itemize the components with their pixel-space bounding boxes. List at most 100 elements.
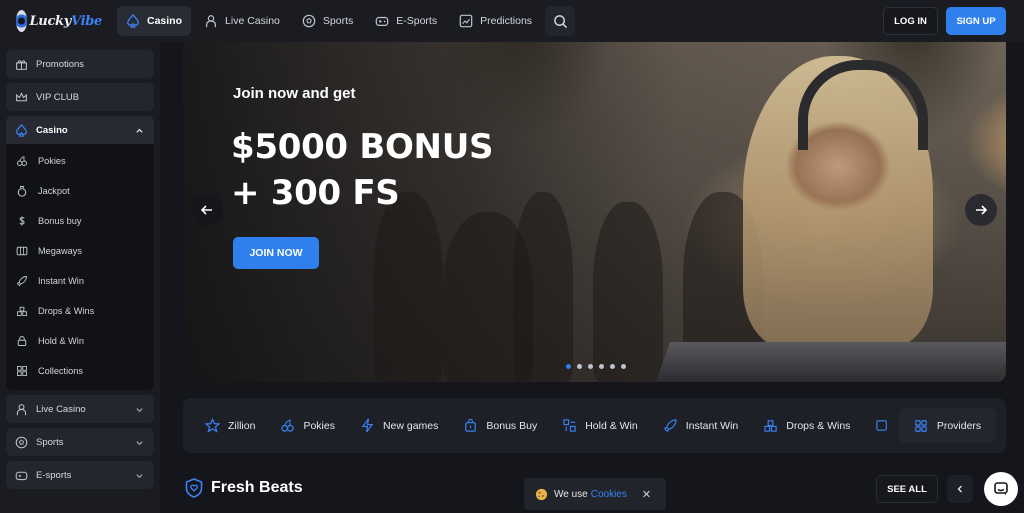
cookie-link[interactable]: Cookies xyxy=(591,489,627,500)
category-instant-win[interactable]: Instant Win xyxy=(663,418,738,433)
cookie-banner: We use Cookies ✕ xyxy=(524,478,666,510)
signup-button[interactable]: SIGN UP xyxy=(946,7,1006,35)
sidebar-item-esports[interactable]: E-sports xyxy=(6,461,154,489)
sidebar-item-sports[interactable]: Sports xyxy=(6,428,154,456)
category-hold-win[interactable]: Hold & Win xyxy=(562,418,638,433)
crowd-figure xyxy=(373,192,443,382)
search-button[interactable] xyxy=(545,6,576,36)
spade-icon xyxy=(127,14,139,28)
drops-icon xyxy=(764,420,777,432)
lock-icon xyxy=(17,336,27,346)
section-prev-button[interactable] xyxy=(947,475,973,503)
slot-icon xyxy=(16,246,28,256)
nav-item-predictions[interactable]: Predictions xyxy=(450,6,541,36)
banner-prev-button[interactable] xyxy=(191,194,223,226)
category-bar: Zillion Pokies New games Bonus Buy Hold … xyxy=(183,398,1006,453)
carousel-dot[interactable] xyxy=(621,364,626,369)
logo[interactable]: LuckyVibe xyxy=(16,7,102,35)
sidebar-subitem-jackpot[interactable]: Jackpot xyxy=(6,176,154,206)
sidebar-item-label: E-sports xyxy=(36,469,72,481)
soccer-ball-icon xyxy=(15,436,28,448)
category-bonus-buy[interactable]: Bonus Buy xyxy=(463,418,537,433)
search-icon xyxy=(553,14,567,28)
chevron-left-icon xyxy=(957,485,962,493)
dealer-icon xyxy=(16,403,27,415)
sidebar-subitem-label: Jackpot xyxy=(38,186,70,196)
chevron-down-icon[interactable] xyxy=(135,471,144,480)
sidebar-subitem-drops-wins[interactable]: Drops & Wins xyxy=(6,296,154,326)
login-button[interactable]: LOG IN xyxy=(883,7,938,35)
carousel-dot[interactable] xyxy=(577,364,582,369)
nav-label: Sports xyxy=(322,15,354,27)
sidebar-subitem-megaways[interactable]: Megaways xyxy=(6,236,154,266)
category-label: Hold & Win xyxy=(585,419,638,432)
sidebar-subitem-bonus-buy[interactable]: Bonus buy xyxy=(6,206,154,236)
chevron-down-icon[interactable] xyxy=(135,438,144,447)
chat-icon xyxy=(994,482,1008,496)
sidebar-item-casino[interactable]: Casino xyxy=(6,116,154,144)
sidebar-item-label: Promotions xyxy=(36,58,85,70)
crowd-figure xyxy=(593,202,663,382)
gamepad-icon xyxy=(375,16,389,26)
carousel-dot[interactable] xyxy=(599,364,604,369)
banner-title-line2: + 300 FS xyxy=(231,173,400,213)
arrow-right-icon xyxy=(976,205,988,215)
chat-button[interactable] xyxy=(984,472,1018,506)
category-label: Pokies xyxy=(303,419,335,432)
chevron-down-icon[interactable] xyxy=(135,405,144,414)
rocket-icon xyxy=(663,419,677,432)
category-label: Zillion xyxy=(228,419,256,432)
nav-label: E-Sports xyxy=(396,15,438,27)
banner-title: $5000 BONUS + 300 FS xyxy=(231,124,494,216)
nav-label: Live Casino xyxy=(225,15,280,27)
sidebar-item-live-casino[interactable]: Live Casino xyxy=(6,395,154,423)
sidebar-subitem-hold-win[interactable]: Hold & Win xyxy=(6,326,154,356)
carousel-dot[interactable] xyxy=(610,364,615,369)
dj-mixer-image xyxy=(655,342,1006,382)
providers-button[interactable]: Providers xyxy=(899,408,996,443)
carousel-dots xyxy=(566,364,632,369)
section-title: Fresh Beats xyxy=(185,478,303,498)
chart-icon xyxy=(459,14,473,28)
nav-item-casino[interactable]: Casino xyxy=(117,6,192,36)
sidebar-item-promotions[interactable]: Promotions xyxy=(6,50,154,78)
category-new-games[interactable]: New games xyxy=(360,418,438,433)
sidebar-item-vip-club[interactable]: VIP CLUB xyxy=(6,83,154,111)
sidebar-item-label: Casino xyxy=(36,124,68,136)
sidebar-subitem-instant-win[interactable]: Instant Win xyxy=(6,266,154,296)
shield-heart-icon xyxy=(185,478,203,498)
rocket-icon xyxy=(16,276,27,287)
chevron-up-icon[interactable] xyxy=(135,126,144,135)
nav-item-esports[interactable]: E-Sports xyxy=(366,6,446,36)
nav-item-live-casino[interactable]: Live Casino xyxy=(195,6,289,36)
sidebar-item-label: VIP CLUB xyxy=(36,91,80,103)
main-nav: Casino Live Casino Sports E-Sports Predi… xyxy=(117,6,576,36)
category-zillion[interactable]: Zillion xyxy=(205,418,255,433)
close-icon[interactable]: ✕ xyxy=(642,488,651,501)
carousel-dot[interactable] xyxy=(566,364,571,369)
gamepad-icon xyxy=(15,471,28,480)
grid-icon xyxy=(914,419,927,432)
drops-icon xyxy=(17,306,27,316)
sidebar-subitem-collections[interactable]: Collections xyxy=(6,356,154,386)
banner-next-button[interactable] xyxy=(965,194,997,226)
top-bar: LuckyVibe Casino Live Casino Sports E-Sp… xyxy=(0,0,1024,42)
sidebar-subitem-label: Instant Win xyxy=(38,276,84,286)
lightning-icon xyxy=(361,418,374,433)
carousel-dot[interactable] xyxy=(588,364,593,369)
crowd-figure xyxy=(513,192,573,382)
category-more[interactable] xyxy=(875,418,898,433)
category-drops-wins[interactable]: Drops & Wins xyxy=(763,418,850,433)
hero-banner[interactable]: Join now and get $5000 BONUS + 300 FS JO… xyxy=(183,42,1006,382)
see-all-button[interactable]: SEE ALL xyxy=(876,475,938,503)
grid-icon xyxy=(17,366,27,376)
sidebar-casino-submenu: Pokies Jackpot Bonus buy Megaways Instan… xyxy=(6,144,154,390)
gift-icon xyxy=(16,59,27,70)
cookie-icon xyxy=(535,488,548,500)
nav-item-sports[interactable]: Sports xyxy=(293,6,362,36)
sidebar-subitem-label: Hold & Win xyxy=(38,336,84,346)
category-pokies[interactable]: Pokies xyxy=(280,418,335,433)
join-now-button[interactable]: JOIN NOW xyxy=(233,237,319,269)
sidebar-subitem-pokies[interactable]: Pokies xyxy=(6,146,154,176)
providers-label: Providers xyxy=(936,419,982,432)
